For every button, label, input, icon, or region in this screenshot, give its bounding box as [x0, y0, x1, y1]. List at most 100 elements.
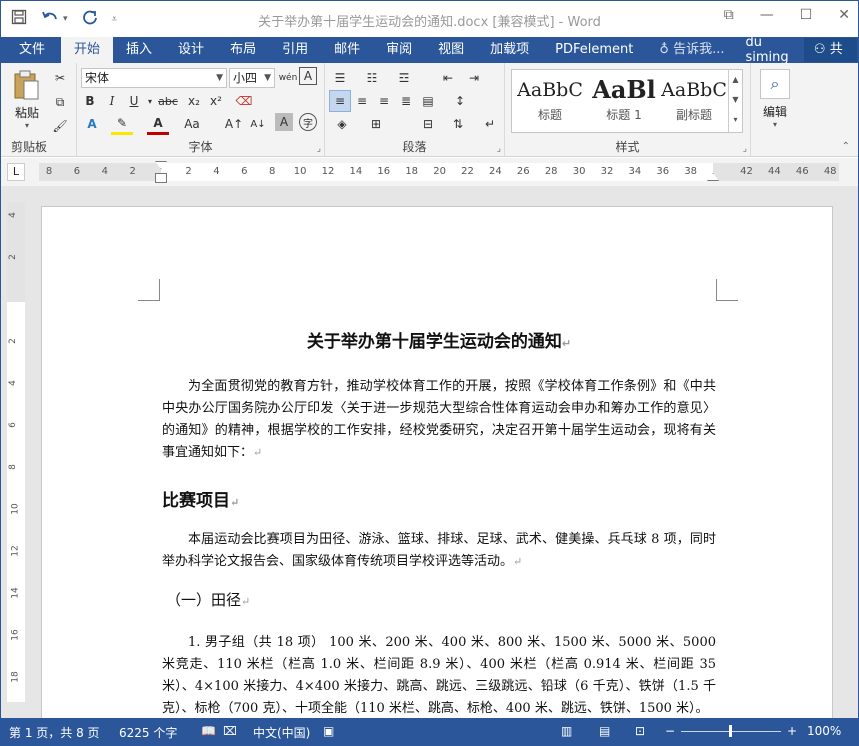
font-dialog-launcher-icon[interactable]: ⌟ — [317, 144, 321, 154]
chinese-layout-icon[interactable]: ⊟ — [417, 113, 439, 135]
character-border-icon[interactable]: A — [299, 67, 317, 85]
minimize-icon[interactable]: — — [760, 7, 774, 23]
copy-icon[interactable]: ⧉ — [49, 91, 71, 113]
left-indent-marker[interactable] — [155, 173, 167, 183]
line-spacing-icon[interactable]: ↕ — [449, 90, 471, 112]
close-icon[interactable]: ✕ — [838, 7, 850, 23]
show-marks-icon[interactable]: ↵ — [479, 113, 501, 135]
distributed-icon[interactable]: ▤ — [417, 90, 439, 112]
shading-icon[interactable]: ◈ — [331, 113, 353, 135]
text-effects-icon[interactable]: A — [81, 113, 103, 135]
cut-icon[interactable]: ✂ — [49, 67, 71, 89]
group-label-font: 字体 — [188, 140, 213, 154]
paste-dropdown-icon[interactable]: ▾ — [9, 121, 45, 130]
font-size-combo[interactable]: 小四 ▼ — [229, 68, 275, 88]
superscript-icon[interactable]: x² — [205, 90, 227, 112]
subscript-icon[interactable]: x₂ — [183, 90, 205, 112]
strikethrough-icon[interactable]: abc — [157, 90, 179, 112]
style-heading-1[interactable]: AaBl 标题 1 — [588, 74, 660, 123]
paragraph-mark: ↵ — [561, 337, 572, 350]
numbering-icon[interactable]: ☷ — [361, 67, 383, 89]
decrease-indent-icon[interactable]: ⇤ — [437, 67, 459, 89]
document-page[interactable]: 关于举办第十届学生运动会的通知↵ 为全面贯彻党的教育方针，推动学校体育工作的开展… — [41, 206, 833, 718]
multilevel-list-icon[interactable]: ☲ — [393, 67, 415, 89]
language[interactable]: 中文(中国) — [253, 724, 310, 741]
tab-insert[interactable]: 插入 — [113, 37, 165, 63]
web-layout-icon[interactable]: ⊡ — [635, 724, 645, 738]
ruler-number: 14 — [349, 166, 363, 177]
tab-review[interactable]: 审阅 — [373, 37, 425, 63]
styles-dialog-launcher-icon[interactable]: ⌟ — [743, 144, 747, 154]
increase-indent-icon[interactable]: ⇥ — [463, 67, 485, 89]
zoom-out-icon[interactable]: − — [665, 724, 675, 738]
ribbon-display-icon[interactable]: ⧉ — [724, 7, 734, 23]
paste-button[interactable]: 粘贴 ▾ — [9, 69, 45, 130]
bold-icon[interactable]: B — [79, 90, 101, 112]
crop-mark-left — [138, 279, 160, 301]
phonetic-guide-icon[interactable]: wén — [277, 67, 299, 89]
more-styles-icon[interactable]: ▾ — [729, 110, 742, 130]
scroll-down-icon[interactable]: ▼ — [729, 90, 742, 110]
bullets-icon[interactable]: ☰ — [329, 67, 351, 89]
ruler-number: 6 — [73, 166, 81, 177]
italic-icon[interactable]: I — [101, 90, 123, 112]
character-shading-icon[interactable]: A — [275, 113, 293, 131]
font-color-icon[interactable]: A — [147, 113, 169, 135]
styles-scroll[interactable]: ▲ ▼ ▾ — [728, 70, 742, 132]
group-paragraph: ☰ ☷ ☲ ⇤ ⇥ ≡ ≡ ≡ ≣ ▤ ↕ ◈ ⊞ ⊟ ⇅ ↵ 段落 ⌟ — [325, 63, 505, 157]
collapse-ribbon-icon[interactable]: ⌃ — [842, 141, 850, 152]
scroll-up-icon[interactable]: ▲ — [729, 70, 742, 90]
ruler-number: 2 — [129, 166, 136, 177]
tab-mailings[interactable]: 邮件 — [321, 37, 373, 63]
sort-icon[interactable]: ⇅ — [447, 113, 469, 135]
tab-file[interactable]: 文件 — [1, 37, 61, 63]
ruler-number: 12 — [321, 166, 335, 177]
clear-formatting-icon[interactable]: ⌫ — [233, 90, 255, 112]
grow-font-icon[interactable]: A↑ — [223, 113, 245, 135]
shrink-font-icon[interactable]: A↓ — [247, 113, 269, 135]
page-count[interactable]: 第 1 页，共 8 页 — [9, 724, 100, 741]
paragraph-dialog-launcher-icon[interactable]: ⌟ — [497, 144, 501, 154]
font-name-combo[interactable]: 宋体 ▼ — [81, 68, 227, 88]
maximize-icon[interactable]: ☐ — [800, 7, 813, 23]
macro-icon[interactable]: ▣ — [323, 724, 334, 738]
zoom-in-icon[interactable]: + — [787, 724, 797, 738]
tab-layout[interactable]: 布局 — [217, 37, 269, 63]
proofing-icon[interactable]: 📖 — [201, 724, 216, 738]
zoom-slider-thumb[interactable] — [729, 725, 732, 737]
style-title[interactable]: AaBbC 标题 — [514, 74, 586, 123]
format-painter-icon[interactable]: 🖌 — [49, 115, 71, 137]
tab-addins[interactable]: 加载项 — [477, 37, 542, 63]
ruler-number: 8 — [45, 166, 53, 177]
highlight-icon[interactable]: ✎ — [111, 113, 133, 135]
share-button[interactable]: ⚇ 共享 — [803, 38, 857, 81]
enclose-characters-icon[interactable]: 字 — [299, 113, 317, 131]
change-case-icon[interactable]: Aa — [181, 113, 203, 135]
borders-icon[interactable]: ⊞ — [365, 113, 387, 135]
tell-me-search[interactable]: ♁ 告诉我... — [646, 37, 737, 63]
align-right-icon[interactable]: ≡ — [373, 90, 395, 112]
vertical-ruler[interactable]: 4 2 2 4 6 8 10 12 14 16 18 — [7, 202, 25, 702]
zoom-level[interactable]: 100% — [807, 724, 841, 738]
tab-selector[interactable]: L — [7, 163, 25, 181]
word-count[interactable]: 6225 个字 — [119, 724, 177, 741]
justify-icon[interactable]: ≣ — [395, 90, 417, 112]
tab-references[interactable]: 引用 — [269, 37, 321, 63]
tab-pdfelement[interactable]: PDFelement — [542, 37, 646, 63]
align-left-icon[interactable]: ≡ — [329, 90, 351, 112]
print-layout-icon[interactable]: ▤ — [599, 724, 610, 738]
align-center-icon[interactable]: ≡ — [351, 90, 373, 112]
style-subtitle[interactable]: AaBbC 副标题 — [658, 74, 730, 123]
user-name[interactable]: du siming — [737, 35, 803, 65]
horizontal-ruler[interactable]: 8 6 4 2 2 4 6 8 10 12 14 16 18 20 22 24 26 28 30 32 34 36 38 42… — [39, 161, 839, 183]
document-canvas[interactable]: 4 2 2 4 6 8 10 12 14 16 18 关于举办第十届学生运动会的通知↵ 为全面贯彻党… — [1, 186, 858, 718]
style-preview: AaBbC — [517, 79, 583, 101]
read-mode-icon[interactable]: ▥ — [561, 724, 572, 738]
status-bar: 第 1 页，共 8 页 6225 个字 📖 ⌧ 中文(中国) ▣ ▥ ▤ ⊡ −… — [1, 718, 858, 745]
tab-design[interactable]: 设计 — [165, 37, 217, 63]
events-text: 本届运动会比赛项目为田径、游泳、篮球、排球、足球、武术、健美操、兵乓球 8 项，… — [162, 532, 716, 569]
track-icon[interactable]: ⌧ — [223, 724, 237, 738]
tab-home[interactable]: 开始 — [61, 37, 114, 63]
tab-view[interactable]: 视图 — [425, 37, 477, 63]
editing-button[interactable]: ⌕ 编辑 ▾ — [759, 69, 791, 129]
